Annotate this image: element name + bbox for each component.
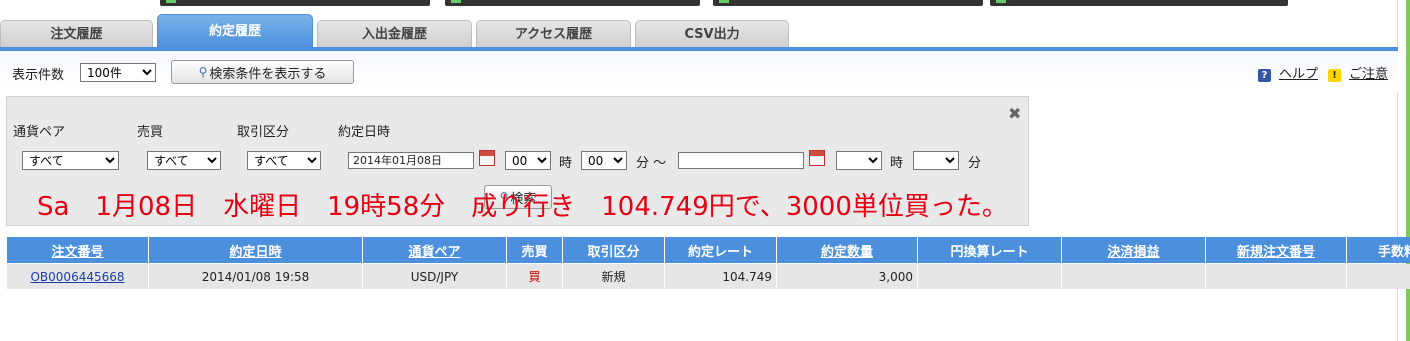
to-minute-select[interactable] xyxy=(913,151,959,170)
help-icon: ? xyxy=(1257,69,1271,82)
cell-type: 新規 xyxy=(563,264,664,289)
minute-tilde: 分 ～ xyxy=(636,156,667,171)
cell-new-order-no xyxy=(1206,264,1346,289)
col-pair[interactable]: 通貨ペア xyxy=(363,237,506,263)
col-pnl[interactable]: 決済損益 xyxy=(1062,237,1205,263)
cell-fee: 0 xyxy=(1347,264,1410,289)
cell-pair: USD/JPY xyxy=(363,264,506,289)
type-select[interactable]: すべて xyxy=(247,151,321,170)
cell-jpy-rate xyxy=(918,264,1061,289)
close-icon[interactable]: ✖ xyxy=(1008,104,1021,123)
type-label: 取引区分 xyxy=(237,125,290,140)
date-label: 約定日時 xyxy=(338,125,391,140)
status-bar xyxy=(160,0,430,6)
col-order-no[interactable]: 注文番号 xyxy=(7,237,148,263)
col-jpy-rate: 円換算レート xyxy=(918,237,1061,263)
cell-qty: 3,000 xyxy=(777,264,917,289)
cell-rate: 104.749 xyxy=(665,264,776,289)
calendar-icon[interactable] xyxy=(479,150,495,166)
tab-deposit-history[interactable]: 入出金履歴 xyxy=(317,20,472,48)
help-link[interactable]: ヘルプ xyxy=(1279,67,1318,82)
side-label: 売買 xyxy=(137,125,164,140)
from-date-input[interactable]: 2014年01月08日 xyxy=(348,152,474,169)
to-hour-select[interactable] xyxy=(836,151,882,170)
col-fee: 手数料 xyxy=(1347,237,1410,263)
col-qty[interactable]: 約定数量 xyxy=(777,237,917,263)
status-bar xyxy=(990,0,1288,6)
display-count-select[interactable]: 100件 xyxy=(80,63,156,82)
hour-unit: 時 xyxy=(890,156,904,171)
calendar-icon[interactable] xyxy=(809,150,825,166)
cell-pnl xyxy=(1062,264,1205,289)
side-select[interactable]: すべて xyxy=(147,151,221,170)
col-new-order-no[interactable]: 新規注文番号 xyxy=(1206,237,1346,263)
tab-access-history[interactable]: アクセス履歴 xyxy=(476,20,631,48)
table-row: OB0006445668 2014/01/08 19:58 USD/JPY 買 … xyxy=(7,264,1410,289)
notice-icon: ! xyxy=(1327,69,1341,82)
display-count-label: 表示件数 xyxy=(12,68,65,83)
pair-select[interactable]: すべて xyxy=(22,151,119,170)
execution-table: 注文番号 約定日時 通貨ペア 売買 取引区分 約定レート 約定数量 円換算レート… xyxy=(6,236,1410,290)
show-conditions-button[interactable]: ⚲ 検索条件を表示する xyxy=(171,60,354,84)
cell-side: 買 xyxy=(507,264,562,289)
hour-unit: 時 xyxy=(559,156,573,171)
col-side: 売買 xyxy=(507,237,562,263)
help-links: ? ヘルプ ! ご注意 xyxy=(1257,63,1388,82)
status-bar xyxy=(445,0,700,6)
tab-csv-export[interactable]: CSV出力 xyxy=(635,20,789,48)
col-rate: 約定レート xyxy=(665,237,776,263)
col-type: 取引区分 xyxy=(563,237,664,263)
to-date-input[interactable] xyxy=(678,152,804,169)
show-conditions-label: 検索条件を表示する xyxy=(209,66,327,82)
cell-datetime: 2014/01/08 19:58 xyxy=(149,264,362,289)
tab-execution-history[interactable]: 約定履歴 xyxy=(157,14,313,48)
notice-link[interactable]: ご注意 xyxy=(1349,67,1388,82)
table-header-row: 注文番号 約定日時 通貨ペア 売買 取引区分 約定レート 約定数量 円換算レート… xyxy=(7,237,1410,263)
order-number-link[interactable]: OB0006445668 xyxy=(30,270,124,284)
pair-label: 通貨ペア xyxy=(13,125,66,140)
minute-unit: 分 xyxy=(968,156,982,171)
col-exec-datetime[interactable]: 約定日時 xyxy=(149,237,362,263)
search-icon: ⚲ xyxy=(198,65,208,79)
from-hour-select[interactable]: 00 xyxy=(505,151,551,170)
status-bar xyxy=(713,0,983,6)
top-status-bars xyxy=(160,0,1290,7)
from-minute-select[interactable]: 00 xyxy=(581,151,627,170)
tab-order-history[interactable]: 注文履歴 xyxy=(0,20,153,48)
annotation-note: Sa 1月08日 水曜日 19時58分 成り行き 104.749円で、3000単… xyxy=(37,192,1008,222)
